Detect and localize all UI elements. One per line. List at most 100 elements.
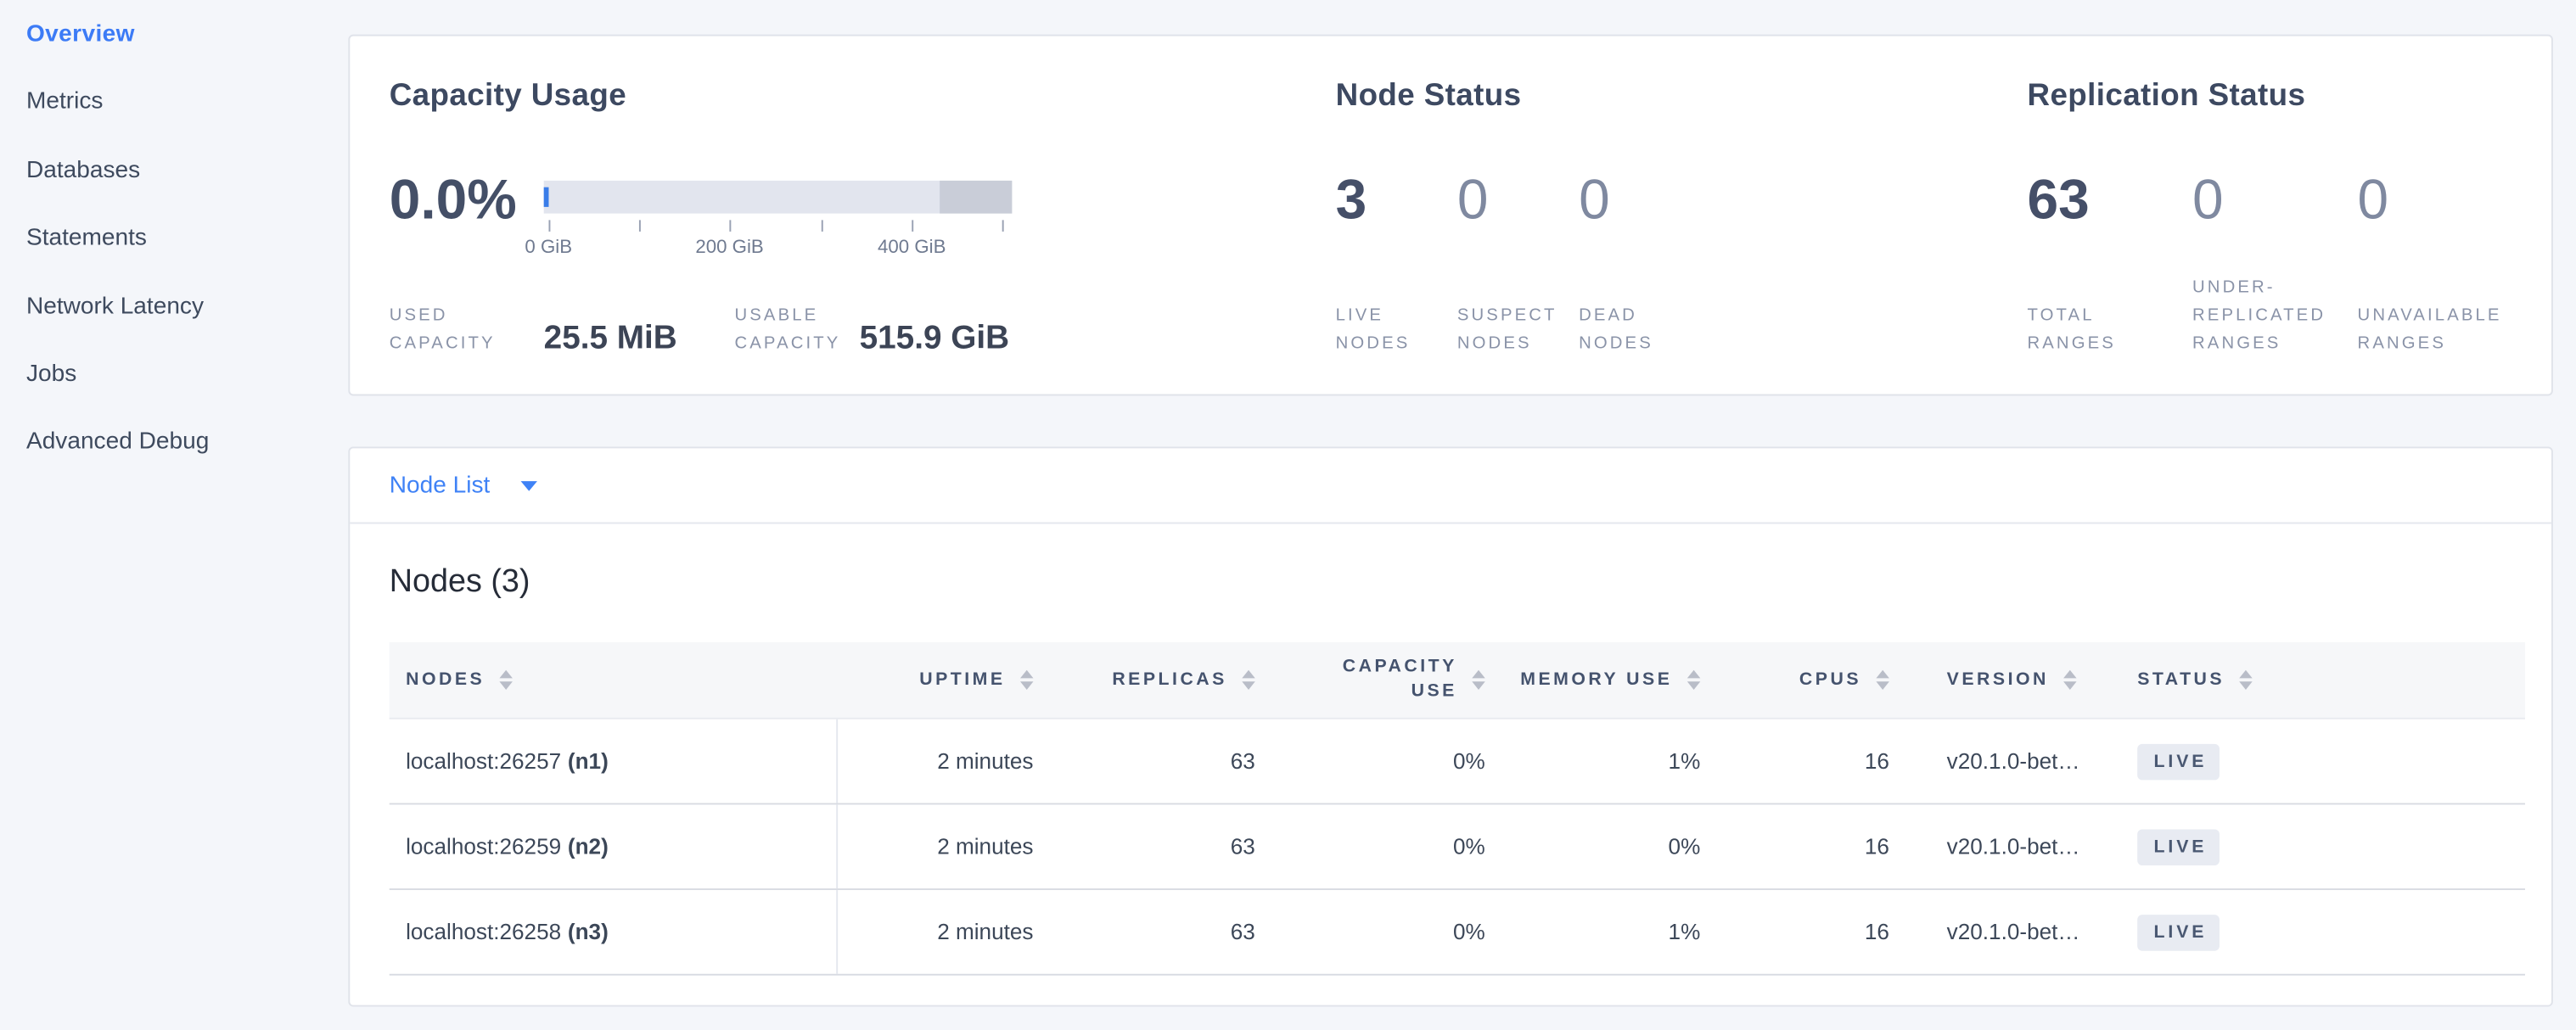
axis-tick-label: 0 GiB bbox=[525, 238, 572, 258]
status-badge: LIVE bbox=[2137, 829, 2220, 865]
node-address-cell[interactable]: localhost:26259 (n2) bbox=[390, 804, 838, 888]
sidebar-item-statements[interactable]: Statements bbox=[26, 222, 322, 255]
unavailable-ranges-value: 0 bbox=[2358, 167, 2523, 232]
cpus-cell: 16 bbox=[1703, 890, 1893, 974]
capacity-stats-row: USED CAPACITY 25.5 MiB USABLE CAPACITY 5… bbox=[390, 295, 1009, 358]
sidebar-item-jobs[interactable]: Jobs bbox=[26, 358, 322, 391]
sort-icon bbox=[2240, 669, 2253, 690]
memory-use-cell: 0% bbox=[1489, 804, 1704, 888]
axis-tick bbox=[1002, 220, 1004, 232]
column-header-memory-use[interactable]: MEMORY USE bbox=[1489, 642, 1704, 718]
capacity-usage-section: Capacity Usage 0.0% 0 GiB 200 GiB 400 Gi… bbox=[390, 36, 1310, 395]
capacity-percent-value: 0.0% bbox=[390, 167, 517, 232]
axis-tick-label: 200 GiB bbox=[695, 238, 763, 258]
table-row[interactable]: localhost:26258 (n3) 2 minutes 63 0% 1% … bbox=[390, 890, 2525, 976]
sort-icon bbox=[1687, 669, 1700, 690]
suspect-nodes-label: SUSPECT NODES bbox=[1457, 302, 1563, 358]
axis-tick bbox=[639, 220, 641, 232]
sidebar-item-advanced-debug[interactable]: Advanced Debug bbox=[26, 426, 322, 459]
nodes-table: NODES UPTIME REPLICAS CAPACITY USE MEMOR… bbox=[390, 642, 2525, 976]
axis-tick bbox=[548, 220, 550, 232]
sidebar-item-overview[interactable]: Overview bbox=[26, 18, 322, 51]
axis-tick bbox=[821, 220, 822, 232]
status-cell: LIVE bbox=[2130, 719, 2525, 803]
column-label: MEMORY USE bbox=[1520, 670, 1672, 690]
node-status-values: 3 0 0 bbox=[1336, 167, 1701, 232]
uptime-cell: 2 minutes bbox=[838, 719, 1036, 803]
sort-icon bbox=[2063, 669, 2076, 690]
capacity-use-cell: 0% bbox=[1259, 804, 1489, 888]
axis-tick bbox=[730, 220, 732, 232]
column-header-capacity-use[interactable]: CAPACITY USE bbox=[1259, 642, 1489, 718]
dead-nodes-label: DEAD NODES bbox=[1579, 302, 1677, 358]
status-cell: LIVE bbox=[2130, 804, 2525, 888]
usable-capacity-value: 515.9 GiB bbox=[860, 320, 1009, 358]
column-label: NODES bbox=[406, 670, 485, 690]
column-label: CPUS bbox=[1799, 670, 1861, 690]
column-label: STATUS bbox=[2137, 670, 2225, 690]
cpus-cell: 16 bbox=[1703, 804, 1893, 888]
status-cell: LIVE bbox=[2130, 890, 2525, 974]
node-address: localhost:26259 bbox=[406, 834, 561, 859]
sidebar-item-metrics[interactable]: Metrics bbox=[26, 86, 322, 119]
version-cell: v20.1.0-bet… bbox=[1893, 804, 2131, 888]
sort-icon bbox=[1472, 669, 1484, 690]
under-replicated-ranges-label: UNDER-REPLICATED RANGES bbox=[2192, 274, 2343, 358]
unavailable-ranges-label: UNAVAILABLE RANGES bbox=[2358, 302, 2523, 358]
node-list-selector[interactable]: Node List bbox=[350, 448, 2551, 523]
total-ranges-value: 63 bbox=[2028, 167, 2193, 232]
column-label: CAPACITY USE bbox=[1322, 655, 1457, 704]
chevron-down-icon bbox=[521, 480, 537, 490]
used-capacity-value: 25.5 MiB bbox=[544, 320, 677, 358]
uptime-cell: 2 minutes bbox=[838, 890, 1036, 974]
cluster-summary-card: Capacity Usage 0.0% 0 GiB 200 GiB 400 Gi… bbox=[348, 35, 2553, 396]
replication-status-title: Replication Status bbox=[2028, 79, 2306, 115]
dead-nodes-value: 0 bbox=[1579, 167, 1700, 232]
sort-icon bbox=[1020, 669, 1033, 690]
column-label: REPLICAS bbox=[1112, 670, 1227, 690]
replicas-cell: 63 bbox=[1036, 890, 1258, 974]
node-status-section: Node Status 3 0 0 LIVE NODES SUSPECT NOD… bbox=[1336, 36, 1829, 395]
table-row[interactable]: localhost:26257 (n1) 2 minutes 63 0% 1% … bbox=[390, 719, 2525, 805]
usable-capacity-label: USABLE CAPACITY bbox=[735, 302, 860, 358]
sidebar: Overview Metrics Databases Statements Ne… bbox=[26, 18, 322, 494]
node-list-card: Node List Nodes (3) NODES UPTIME REPLICA… bbox=[348, 446, 2553, 1006]
table-row[interactable]: localhost:26259 (n2) 2 minutes 63 0% 0% … bbox=[390, 804, 2525, 890]
sidebar-item-network-latency[interactable]: Network Latency bbox=[26, 290, 322, 323]
column-header-nodes[interactable]: NODES bbox=[390, 642, 838, 718]
suspect-nodes-value: 0 bbox=[1457, 167, 1579, 232]
node-list-selector-label: Node List bbox=[390, 472, 491, 498]
table-header-row: NODES UPTIME REPLICAS CAPACITY USE MEMOR… bbox=[390, 642, 2525, 719]
under-replicated-ranges-value: 0 bbox=[2192, 167, 2358, 232]
column-header-cpus[interactable]: CPUS bbox=[1703, 642, 1893, 718]
column-header-status[interactable]: STATUS bbox=[2130, 642, 2525, 718]
uptime-cell: 2 minutes bbox=[838, 804, 1036, 888]
column-header-replicas[interactable]: REPLICAS bbox=[1036, 642, 1258, 718]
node-address: localhost:26258 bbox=[406, 920, 561, 944]
axis-tick bbox=[912, 220, 913, 232]
node-status-labels: LIVE NODES SUSPECT NODES DEAD NODES bbox=[1336, 295, 1678, 358]
node-address-cell[interactable]: localhost:26258 (n3) bbox=[390, 890, 838, 974]
capacity-use-cell: 0% bbox=[1259, 719, 1489, 803]
node-address-cell[interactable]: localhost:26257 (n1) bbox=[390, 719, 838, 803]
column-header-version[interactable]: VERSION bbox=[1893, 642, 2131, 718]
status-badge: LIVE bbox=[2137, 743, 2220, 780]
version-cell: v20.1.0-bet… bbox=[1893, 890, 2131, 974]
overview-page: Overview Metrics Databases Statements Ne… bbox=[0, 0, 2576, 1030]
live-nodes-value: 3 bbox=[1336, 167, 1457, 232]
capacity-usage-title: Capacity Usage bbox=[390, 79, 626, 115]
capacity-bar-unusable-segment bbox=[940, 181, 1012, 214]
node-address: localhost:26257 bbox=[406, 749, 561, 774]
capacity-usage-bar: 0 GiB 200 GiB 400 GiB bbox=[544, 181, 1013, 214]
node-name: (n3) bbox=[568, 920, 609, 944]
sidebar-item-databases[interactable]: Databases bbox=[26, 154, 322, 188]
sort-icon bbox=[1242, 669, 1254, 690]
replication-labels: TOTAL RANGES UNDER-REPLICATED RANGES UNA… bbox=[2028, 295, 2523, 358]
sort-icon bbox=[500, 669, 513, 690]
column-label: UPTIME bbox=[919, 670, 1005, 690]
used-capacity-label: USED CAPACITY bbox=[390, 302, 544, 358]
column-header-uptime[interactable]: UPTIME bbox=[838, 642, 1036, 718]
node-name: (n1) bbox=[568, 749, 609, 774]
replicas-cell: 63 bbox=[1036, 804, 1258, 888]
memory-use-cell: 1% bbox=[1489, 890, 1704, 974]
